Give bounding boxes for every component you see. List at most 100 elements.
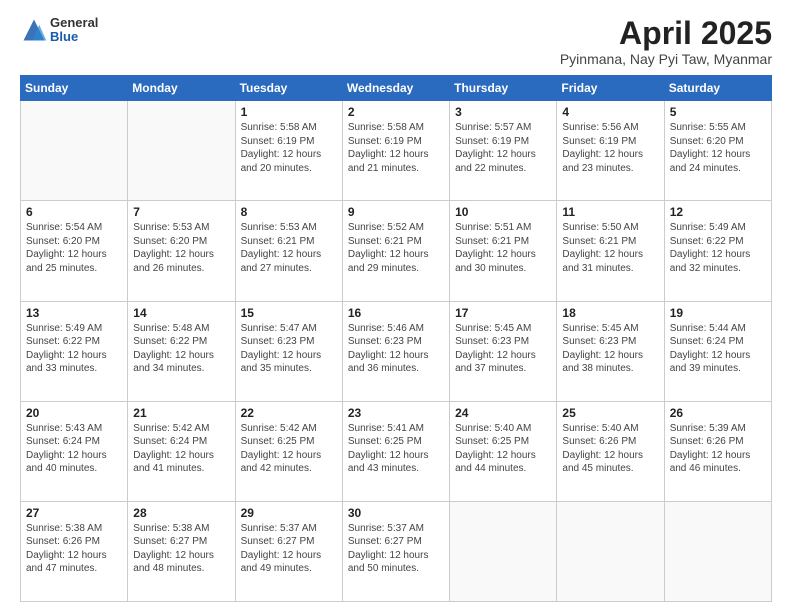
day-number: 25: [562, 406, 658, 420]
day-number: 18: [562, 306, 658, 320]
calendar-cell: 22Sunrise: 5:42 AM Sunset: 6:25 PM Dayli…: [235, 401, 342, 501]
calendar-cell: [557, 501, 664, 601]
month-title: April 2025: [560, 16, 772, 51]
calendar-week-row: 1 Sunrise: 5:58 AM Sunset: 6:19 PM Daylig…: [21, 101, 772, 201]
calendar-cell: 15 Sunrise: 5:47 AM Sunset: 6:23 PM Dayli…: [235, 301, 342, 401]
day-number: 12: [670, 205, 766, 219]
day-number: 20: [26, 406, 122, 420]
day-number: 17: [455, 306, 551, 320]
day-number: 9: [348, 205, 444, 219]
day-number: 7: [133, 205, 229, 219]
calendar-cell: [128, 101, 235, 201]
day-detail: Sunrise: 5:55 AM Sunset: 6:20 PM Dayligh…: [670, 121, 766, 175]
page: General Blue April 2025 Pyinmana, Nay Py…: [0, 0, 792, 612]
weekday-header-row: SundayMondayTuesdayWednesdayThursdayFrid…: [21, 76, 772, 101]
calendar-cell: 25 Sunrise: 5:40 AM Sunset: 6:26 PM Dayli…: [557, 401, 664, 501]
day-number: 27: [26, 506, 122, 520]
day-detail: Sunrise: 5:46 AM Sunset: 6:23 PM Dayligh…: [348, 322, 444, 376]
logo-blue-text: Blue: [50, 30, 98, 44]
location: Pyinmana, Nay Pyi Taw, Myanmar: [560, 51, 772, 67]
calendar: SundayMondayTuesdayWednesdayThursdayFrid…: [20, 75, 772, 602]
day-number: 8: [241, 205, 337, 219]
day-detail: Sunrise: 5:41 AM Sunset: 6:25 PM Dayligh…: [348, 422, 444, 476]
logo-icon: [20, 16, 48, 44]
calendar-cell: 30Sunrise: 5:37 AM Sunset: 6:27 PM Dayli…: [342, 501, 449, 601]
day-number: 28: [133, 506, 229, 520]
day-detail: Sunrise: 5:40 AM Sunset: 6:26 PM Dayligh…: [562, 422, 658, 476]
day-detail: Sunrise: 5:39 AM Sunset: 6:26 PM Dayligh…: [670, 422, 766, 476]
calendar-cell: 9 Sunrise: 5:52 AM Sunset: 6:21 PM Daylig…: [342, 201, 449, 301]
day-number: 29: [241, 506, 337, 520]
calendar-cell: 5Sunrise: 5:55 AM Sunset: 6:20 PM Daylig…: [664, 101, 771, 201]
weekday-header-sunday: Sunday: [21, 76, 128, 101]
day-number: 2: [348, 105, 444, 119]
calendar-cell: 20Sunrise: 5:43 AM Sunset: 6:24 PM Dayli…: [21, 401, 128, 501]
day-detail: Sunrise: 5:47 AM Sunset: 6:23 PM Dayligh…: [241, 322, 337, 376]
day-number: 11: [562, 205, 658, 219]
day-number: 4: [562, 105, 658, 119]
day-detail: Sunrise: 5:38 AM Sunset: 6:27 PM Dayligh…: [133, 522, 229, 576]
day-detail: Sunrise: 5:38 AM Sunset: 6:26 PM Dayligh…: [26, 522, 122, 576]
day-number: 26: [670, 406, 766, 420]
weekday-header-friday: Friday: [557, 76, 664, 101]
calendar-cell: 14 Sunrise: 5:48 AM Sunset: 6:22 PM Dayli…: [128, 301, 235, 401]
calendar-cell: 23 Sunrise: 5:41 AM Sunset: 6:25 PM Dayli…: [342, 401, 449, 501]
day-number: 19: [670, 306, 766, 320]
day-number: 16: [348, 306, 444, 320]
calendar-cell: 12Sunrise: 5:49 AM Sunset: 6:22 PM Dayli…: [664, 201, 771, 301]
day-detail: Sunrise: 5:53 AM Sunset: 6:21 PM Dayligh…: [241, 221, 337, 275]
calendar-cell: 19Sunrise: 5:44 AM Sunset: 6:24 PM Dayli…: [664, 301, 771, 401]
calendar-week-row: 27 Sunrise: 5:38 AM Sunset: 6:26 PM Dayli…: [21, 501, 772, 601]
title-block: April 2025 Pyinmana, Nay Pyi Taw, Myanma…: [560, 16, 772, 67]
day-number: 23: [348, 406, 444, 420]
weekday-header-saturday: Saturday: [664, 76, 771, 101]
header: General Blue April 2025 Pyinmana, Nay Py…: [20, 16, 772, 67]
calendar-cell: 17 Sunrise: 5:45 AM Sunset: 6:23 PM Dayli…: [450, 301, 557, 401]
weekday-header-thursday: Thursday: [450, 76, 557, 101]
day-detail: Sunrise: 5:45 AM Sunset: 6:23 PM Dayligh…: [562, 322, 658, 376]
day-detail: Sunrise: 5:42 AM Sunset: 6:24 PM Dayligh…: [133, 422, 229, 476]
calendar-cell: 6Sunrise: 5:54 AM Sunset: 6:20 PM Daylig…: [21, 201, 128, 301]
day-detail: Sunrise: 5:58 AM Sunset: 6:19 PM Dayligh…: [348, 121, 444, 175]
day-detail: Sunrise: 5:48 AM Sunset: 6:22 PM Dayligh…: [133, 322, 229, 376]
day-detail: Sunrise: 5:52 AM Sunset: 6:21 PM Dayligh…: [348, 221, 444, 275]
calendar-cell: 21Sunrise: 5:42 AM Sunset: 6:24 PM Dayli…: [128, 401, 235, 501]
logo-general-text: General: [50, 16, 98, 30]
calendar-cell: 2 Sunrise: 5:58 AM Sunset: 6:19 PM Daylig…: [342, 101, 449, 201]
day-detail: Sunrise: 5:53 AM Sunset: 6:20 PM Dayligh…: [133, 221, 229, 275]
day-detail: Sunrise: 5:56 AM Sunset: 6:19 PM Dayligh…: [562, 121, 658, 175]
day-number: 1: [241, 105, 337, 119]
calendar-cell: 29 Sunrise: 5:37 AM Sunset: 6:27 PM Dayli…: [235, 501, 342, 601]
day-number: 30: [348, 506, 444, 520]
day-detail: Sunrise: 5:51 AM Sunset: 6:21 PM Dayligh…: [455, 221, 551, 275]
day-number: 13: [26, 306, 122, 320]
calendar-cell: 13 Sunrise: 5:49 AM Sunset: 6:22 PM Dayli…: [21, 301, 128, 401]
day-detail: Sunrise: 5:49 AM Sunset: 6:22 PM Dayligh…: [26, 322, 122, 376]
weekday-header-wednesday: Wednesday: [342, 76, 449, 101]
calendar-week-row: 20Sunrise: 5:43 AM Sunset: 6:24 PM Dayli…: [21, 401, 772, 501]
weekday-header-tuesday: Tuesday: [235, 76, 342, 101]
day-detail: Sunrise: 5:37 AM Sunset: 6:27 PM Dayligh…: [241, 522, 337, 576]
calendar-cell: 1Sunrise: 5:58 AM Sunset: 6:19 PM Daylig…: [235, 101, 342, 201]
calendar-cell: 7 Sunrise: 5:53 AM Sunset: 6:20 PM Daylig…: [128, 201, 235, 301]
calendar-cell: [664, 501, 771, 601]
weekday-header-monday: Monday: [128, 76, 235, 101]
calendar-cell: 24Sunrise: 5:40 AM Sunset: 6:25 PM Dayli…: [450, 401, 557, 501]
calendar-cell: 18 Sunrise: 5:45 AM Sunset: 6:23 PM Dayli…: [557, 301, 664, 401]
day-detail: Sunrise: 5:45 AM Sunset: 6:23 PM Dayligh…: [455, 322, 551, 376]
logo: General Blue: [20, 16, 98, 45]
calendar-week-row: 6Sunrise: 5:54 AM Sunset: 6:20 PM Daylig…: [21, 201, 772, 301]
calendar-cell: 27 Sunrise: 5:38 AM Sunset: 6:26 PM Dayli…: [21, 501, 128, 601]
calendar-cell: 10Sunrise: 5:51 AM Sunset: 6:21 PM Dayli…: [450, 201, 557, 301]
calendar-cell: 26 Sunrise: 5:39 AM Sunset: 6:26 PM Dayli…: [664, 401, 771, 501]
logo-text: General Blue: [50, 16, 98, 45]
day-number: 14: [133, 306, 229, 320]
day-number: 3: [455, 105, 551, 119]
calendar-cell: 28 Sunrise: 5:38 AM Sunset: 6:27 PM Dayli…: [128, 501, 235, 601]
day-detail: Sunrise: 5:50 AM Sunset: 6:21 PM Dayligh…: [562, 221, 658, 275]
day-detail: Sunrise: 5:57 AM Sunset: 6:19 PM Dayligh…: [455, 121, 551, 175]
day-detail: Sunrise: 5:40 AM Sunset: 6:25 PM Dayligh…: [455, 422, 551, 476]
calendar-cell: [450, 501, 557, 601]
day-number: 6: [26, 205, 122, 219]
day-number: 15: [241, 306, 337, 320]
